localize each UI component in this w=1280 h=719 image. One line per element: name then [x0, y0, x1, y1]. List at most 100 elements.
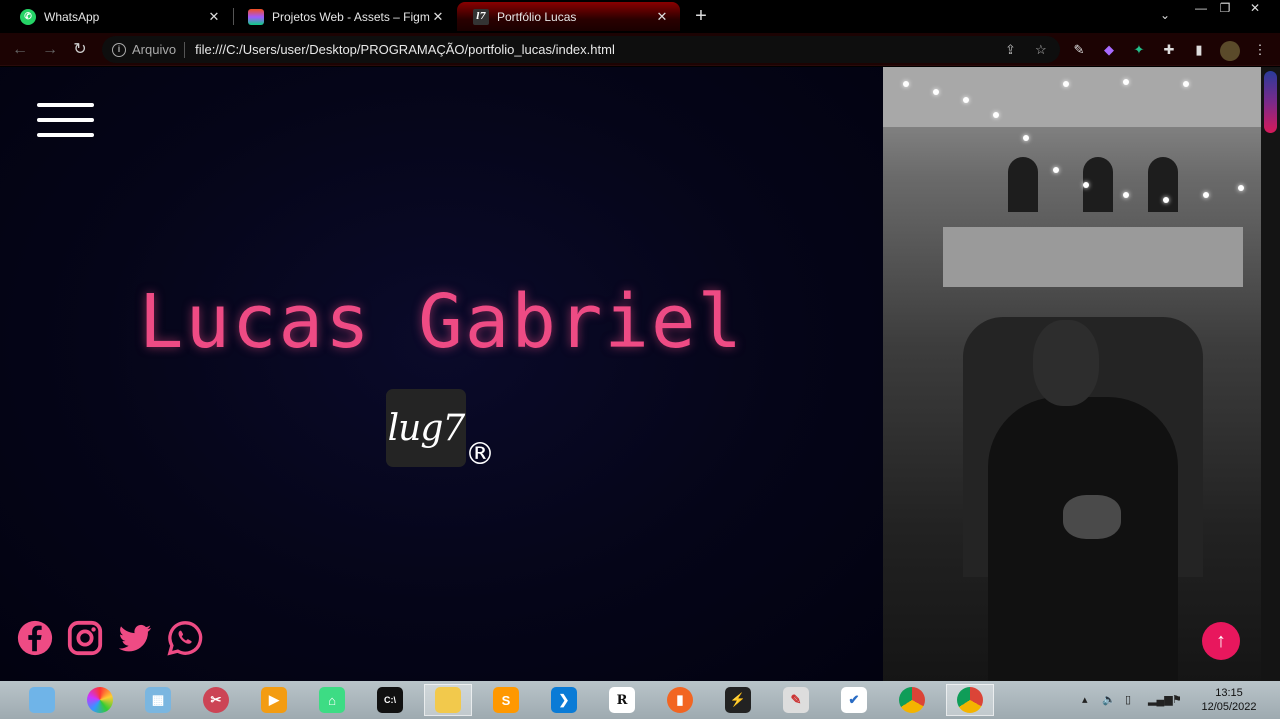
profile-avatar[interactable]: [1220, 41, 1240, 61]
tab-portfolio[interactable]: l7 Portfólio Lucas ✕: [457, 2, 680, 31]
notepad-icon: [29, 687, 55, 713]
scrollbar-thumb[interactable]: [1264, 71, 1277, 133]
taskbar-file-explorer[interactable]: [424, 684, 472, 716]
browser-toolbar: ← → ↻ i Arquivo file:///C:/Users/user/De…: [0, 33, 1280, 66]
windows-taskbar: ▦ ✂ ▶ ⌂ C:\ S ❯ R ▮ ⚡ ✎ ✔ ▴ 🔈 ▯ ▂▄▆ ⚑ 13…: [0, 681, 1280, 719]
taskbar-android-studio[interactable]: ⌂: [308, 684, 356, 716]
media-player-icon: ▶: [261, 687, 287, 713]
color-wheel-icon: [87, 687, 113, 713]
string-light: [1183, 81, 1189, 87]
taskbar-chrome[interactable]: [888, 684, 936, 716]
instagram-icon[interactable]: [66, 619, 104, 657]
forward-icon[interactable]: →: [40, 40, 60, 60]
android-studio-icon: ⌂: [319, 687, 345, 713]
tray-expand-icon[interactable]: ▴: [1082, 693, 1088, 706]
tab-title: WhatsApp: [44, 9, 100, 24]
tab-strip: ✆ WhatsApp ✕ Projetos Web - Assets – Fig…: [0, 0, 1280, 33]
address-bar[interactable]: i Arquivo file:///C:/Users/user/Desktop/…: [102, 36, 1060, 63]
string-light: [1063, 81, 1069, 87]
taskbar-vscode[interactable]: ❯: [540, 684, 588, 716]
back-to-top-button[interactable]: ↑: [1202, 622, 1240, 660]
photo-person-body: [988, 397, 1178, 681]
taskbar-notepad[interactable]: [18, 684, 66, 716]
vscode-icon: ❯: [551, 687, 577, 713]
scheme-label: Arquivo: [132, 42, 177, 57]
taskbar-paint[interactable]: ✎: [772, 684, 820, 716]
network-icon[interactable]: ▂▄▆: [1148, 693, 1173, 706]
string-light: [1083, 182, 1089, 188]
lug7-favicon-icon: l7: [473, 8, 489, 25]
info-icon[interactable]: i: [112, 42, 126, 57]
pen-extension-icon[interactable]: ✎: [1070, 41, 1088, 59]
chrome-icon: [899, 687, 925, 713]
photo-person-hand: [1063, 495, 1121, 539]
taskbar-chrome-active[interactable]: [946, 684, 994, 716]
twitter-icon[interactable]: [116, 619, 154, 657]
calculator-icon: ▦: [145, 687, 171, 713]
tab-figma[interactable]: Projetos Web - Assets – Figma ✕: [232, 2, 456, 31]
cmd-icon: C:\: [377, 687, 403, 713]
minimize-icon[interactable]: —: [1188, 0, 1214, 18]
page-scrollbar[interactable]: [1261, 67, 1280, 681]
folder-icon: [435, 687, 461, 713]
kebab-menu-icon[interactable]: ⋮: [1251, 41, 1269, 59]
back-icon[interactable]: ←: [10, 40, 30, 60]
taskbar-snipping-tool[interactable]: ✂: [192, 684, 240, 716]
clock-time: 13:15: [1215, 687, 1243, 699]
volume-icon[interactable]: 🔈: [1102, 693, 1116, 706]
sublime-text-icon: S: [493, 687, 519, 713]
reload-icon[interactable]: ↻: [70, 40, 90, 60]
taskbar-todo[interactable]: ✔: [830, 684, 878, 716]
string-light: [1163, 197, 1169, 203]
system-clock[interactable]: 13:15 12/05/2022: [1198, 686, 1260, 714]
new-tab-button[interactable]: +: [690, 5, 712, 27]
tab-whatsapp[interactable]: ✆ WhatsApp ✕: [4, 2, 232, 31]
close-icon[interactable]: ✕: [206, 9, 222, 25]
chrome-icon: [957, 687, 983, 713]
taskbar-calculator[interactable]: ▦: [134, 684, 182, 716]
rstudio-icon: R: [609, 687, 635, 713]
bird-extension-icon[interactable]: ✦: [1130, 41, 1148, 59]
photo-balcony: [943, 227, 1243, 287]
hamburger-menu-button[interactable]: [37, 103, 94, 137]
taskbar-charts-app[interactable]: ▮: [656, 684, 704, 716]
hero-name: Lucas Gabriel: [138, 279, 745, 365]
photo-window: [1008, 157, 1038, 212]
facebook-icon[interactable]: [16, 619, 54, 657]
string-light: [1123, 192, 1129, 198]
taskbar-color-wheel[interactable]: [76, 684, 124, 716]
whatsapp-icon: ✆: [20, 8, 36, 25]
page-viewport: Lucas Gabriel lug7 ® ↑: [0, 67, 1280, 681]
pulse-app-icon: ⚡: [725, 687, 751, 713]
extensions-puzzle-icon[interactable]: ✚: [1160, 41, 1178, 59]
string-light: [1123, 79, 1129, 85]
close-icon[interactable]: ✕: [654, 9, 670, 25]
tab-title: Portfólio Lucas: [497, 9, 577, 24]
restore-icon[interactable]: ❐: [1212, 0, 1238, 18]
divider: [184, 41, 186, 58]
color-extension-icon[interactable]: ◆: [1100, 41, 1118, 59]
flag-icon[interactable]: ⚑: [1172, 693, 1182, 706]
taskbar-cmd[interactable]: C:\: [366, 684, 414, 716]
string-light: [1238, 185, 1244, 191]
string-light: [933, 89, 939, 95]
bookmark-star-icon[interactable]: ☆: [1035, 42, 1047, 58]
photo-ceiling: [883, 67, 1261, 127]
string-light: [903, 81, 909, 87]
tab-search-icon[interactable]: ⌄: [1160, 8, 1170, 22]
logo-text: lug7: [387, 407, 466, 449]
taskbar-rstudio[interactable]: R: [598, 684, 646, 716]
close-window-icon[interactable]: ✕: [1242, 0, 1268, 18]
string-light: [963, 97, 969, 103]
url-text[interactable]: file:///C:/Users/user/Desktop/PROGRAMAÇÃ…: [195, 42, 615, 57]
close-icon[interactable]: ✕: [430, 9, 446, 25]
taskbar-pulse-app[interactable]: ⚡: [714, 684, 762, 716]
share-icon[interactable]: ⇪: [1005, 42, 1016, 58]
usb-icon[interactable]: ▯: [1125, 693, 1131, 706]
clock-date: 12/05/2022: [1201, 701, 1257, 713]
todo-check-icon: ✔: [841, 687, 867, 713]
taskbar-sublime-text[interactable]: S: [482, 684, 530, 716]
taskbar-media-player[interactable]: ▶: [250, 684, 298, 716]
side-panel-icon[interactable]: ▮: [1190, 41, 1208, 59]
whatsapp-icon[interactable]: [166, 619, 204, 657]
